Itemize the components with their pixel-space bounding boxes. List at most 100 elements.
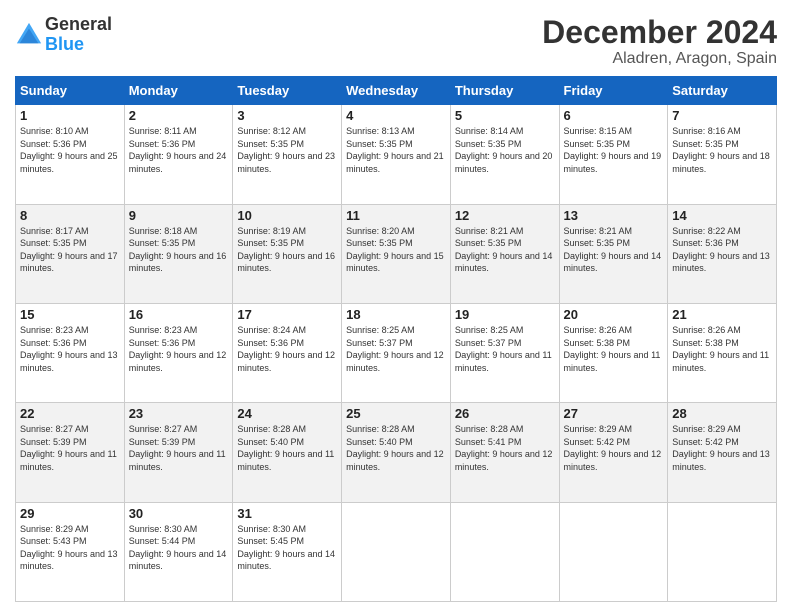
day-number: 22	[20, 406, 120, 421]
calendar-cell: 26 Sunrise: 8:28 AMSunset: 5:41 PMDaylig…	[450, 403, 559, 502]
calendar-cell: 28 Sunrise: 8:29 AMSunset: 5:42 PMDaylig…	[668, 403, 777, 502]
day-number: 11	[346, 208, 446, 223]
calendar-cell	[450, 502, 559, 601]
calendar-cell: 25 Sunrise: 8:28 AMSunset: 5:40 PMDaylig…	[342, 403, 451, 502]
day-header: Saturday	[668, 77, 777, 105]
cell-details: Sunrise: 8:25 AMSunset: 5:37 PMDaylight:…	[346, 325, 444, 373]
cell-details: Sunrise: 8:30 AMSunset: 5:44 PMDaylight:…	[129, 524, 227, 572]
calendar-cell: 9 Sunrise: 8:18 AMSunset: 5:35 PMDayligh…	[124, 204, 233, 303]
cell-details: Sunrise: 8:30 AMSunset: 5:45 PMDaylight:…	[237, 524, 335, 572]
day-number: 27	[564, 406, 664, 421]
day-number: 10	[237, 208, 337, 223]
day-number: 15	[20, 307, 120, 322]
day-number: 2	[129, 108, 229, 123]
cell-details: Sunrise: 8:28 AMSunset: 5:41 PMDaylight:…	[455, 424, 553, 472]
day-number: 4	[346, 108, 446, 123]
day-header: Friday	[559, 77, 668, 105]
cell-details: Sunrise: 8:14 AMSunset: 5:35 PMDaylight:…	[455, 126, 553, 174]
cell-details: Sunrise: 8:12 AMSunset: 5:35 PMDaylight:…	[237, 126, 335, 174]
day-number: 25	[346, 406, 446, 421]
logo-general: General	[45, 15, 112, 35]
day-number: 26	[455, 406, 555, 421]
day-number: 9	[129, 208, 229, 223]
logo-blue: Blue	[45, 35, 112, 55]
cell-details: Sunrise: 8:23 AMSunset: 5:36 PMDaylight:…	[129, 325, 227, 373]
day-header: Sunday	[16, 77, 125, 105]
day-number: 20	[564, 307, 664, 322]
day-number: 23	[129, 406, 229, 421]
calendar-cell: 21 Sunrise: 8:26 AMSunset: 5:38 PMDaylig…	[668, 303, 777, 402]
calendar-cell: 12 Sunrise: 8:21 AMSunset: 5:35 PMDaylig…	[450, 204, 559, 303]
calendar-cell: 1 Sunrise: 8:10 AMSunset: 5:36 PMDayligh…	[16, 105, 125, 204]
calendar-cell: 24 Sunrise: 8:28 AMSunset: 5:40 PMDaylig…	[233, 403, 342, 502]
cell-details: Sunrise: 8:24 AMSunset: 5:36 PMDaylight:…	[237, 325, 335, 373]
day-number: 21	[672, 307, 772, 322]
day-number: 6	[564, 108, 664, 123]
calendar-cell	[342, 502, 451, 601]
calendar-cell: 7 Sunrise: 8:16 AMSunset: 5:35 PMDayligh…	[668, 105, 777, 204]
calendar-cell: 22 Sunrise: 8:27 AMSunset: 5:39 PMDaylig…	[16, 403, 125, 502]
day-number: 14	[672, 208, 772, 223]
calendar-cell: 20 Sunrise: 8:26 AMSunset: 5:38 PMDaylig…	[559, 303, 668, 402]
cell-details: Sunrise: 8:23 AMSunset: 5:36 PMDaylight:…	[20, 325, 118, 373]
cell-details: Sunrise: 8:26 AMSunset: 5:38 PMDaylight:…	[672, 325, 769, 373]
calendar-week-row: 15 Sunrise: 8:23 AMSunset: 5:36 PMDaylig…	[16, 303, 777, 402]
calendar-cell: 11 Sunrise: 8:20 AMSunset: 5:35 PMDaylig…	[342, 204, 451, 303]
logo: General Blue	[15, 15, 112, 55]
day-number: 16	[129, 307, 229, 322]
cell-details: Sunrise: 8:29 AMSunset: 5:43 PMDaylight:…	[20, 524, 118, 572]
cell-details: Sunrise: 8:11 AMSunset: 5:36 PMDaylight:…	[129, 126, 227, 174]
title-section: December 2024 Aladren, Aragon, Spain	[542, 15, 777, 68]
header: General Blue December 2024 Aladren, Arag…	[15, 15, 777, 68]
cell-details: Sunrise: 8:22 AMSunset: 5:36 PMDaylight:…	[672, 226, 770, 274]
calendar-cell	[668, 502, 777, 601]
day-number: 31	[237, 506, 337, 521]
calendar-cell: 2 Sunrise: 8:11 AMSunset: 5:36 PMDayligh…	[124, 105, 233, 204]
calendar-cell: 31 Sunrise: 8:30 AMSunset: 5:45 PMDaylig…	[233, 502, 342, 601]
day-number: 24	[237, 406, 337, 421]
calendar-cell: 5 Sunrise: 8:14 AMSunset: 5:35 PMDayligh…	[450, 105, 559, 204]
cell-details: Sunrise: 8:18 AMSunset: 5:35 PMDaylight:…	[129, 226, 227, 274]
location: Aladren, Aragon, Spain	[542, 50, 777, 68]
day-header: Tuesday	[233, 77, 342, 105]
day-number: 30	[129, 506, 229, 521]
calendar: SundayMondayTuesdayWednesdayThursdayFrid…	[15, 76, 777, 602]
calendar-cell: 29 Sunrise: 8:29 AMSunset: 5:43 PMDaylig…	[16, 502, 125, 601]
calendar-week-row: 22 Sunrise: 8:27 AMSunset: 5:39 PMDaylig…	[16, 403, 777, 502]
cell-details: Sunrise: 8:28 AMSunset: 5:40 PMDaylight:…	[237, 424, 334, 472]
cell-details: Sunrise: 8:15 AMSunset: 5:35 PMDaylight:…	[564, 126, 662, 174]
calendar-cell: 19 Sunrise: 8:25 AMSunset: 5:37 PMDaylig…	[450, 303, 559, 402]
calendar-cell: 15 Sunrise: 8:23 AMSunset: 5:36 PMDaylig…	[16, 303, 125, 402]
day-number: 29	[20, 506, 120, 521]
cell-details: Sunrise: 8:21 AMSunset: 5:35 PMDaylight:…	[564, 226, 662, 274]
calendar-header-row: SundayMondayTuesdayWednesdayThursdayFrid…	[16, 77, 777, 105]
day-number: 18	[346, 307, 446, 322]
cell-details: Sunrise: 8:27 AMSunset: 5:39 PMDaylight:…	[129, 424, 226, 472]
calendar-cell: 23 Sunrise: 8:27 AMSunset: 5:39 PMDaylig…	[124, 403, 233, 502]
day-number: 12	[455, 208, 555, 223]
month-title: December 2024	[542, 15, 777, 50]
logo-icon	[15, 21, 43, 49]
calendar-cell: 8 Sunrise: 8:17 AMSunset: 5:35 PMDayligh…	[16, 204, 125, 303]
cell-details: Sunrise: 8:20 AMSunset: 5:35 PMDaylight:…	[346, 226, 444, 274]
cell-details: Sunrise: 8:28 AMSunset: 5:40 PMDaylight:…	[346, 424, 444, 472]
day-number: 19	[455, 307, 555, 322]
calendar-cell	[559, 502, 668, 601]
calendar-cell: 17 Sunrise: 8:24 AMSunset: 5:36 PMDaylig…	[233, 303, 342, 402]
day-header: Wednesday	[342, 77, 451, 105]
cell-details: Sunrise: 8:26 AMSunset: 5:38 PMDaylight:…	[564, 325, 661, 373]
cell-details: Sunrise: 8:10 AMSunset: 5:36 PMDaylight:…	[20, 126, 118, 174]
calendar-cell: 10 Sunrise: 8:19 AMSunset: 5:35 PMDaylig…	[233, 204, 342, 303]
day-header: Thursday	[450, 77, 559, 105]
calendar-cell: 13 Sunrise: 8:21 AMSunset: 5:35 PMDaylig…	[559, 204, 668, 303]
calendar-cell: 14 Sunrise: 8:22 AMSunset: 5:36 PMDaylig…	[668, 204, 777, 303]
day-number: 13	[564, 208, 664, 223]
page: General Blue December 2024 Aladren, Arag…	[0, 0, 792, 612]
day-number: 28	[672, 406, 772, 421]
calendar-cell: 18 Sunrise: 8:25 AMSunset: 5:37 PMDaylig…	[342, 303, 451, 402]
calendar-week-row: 8 Sunrise: 8:17 AMSunset: 5:35 PMDayligh…	[16, 204, 777, 303]
cell-details: Sunrise: 8:16 AMSunset: 5:35 PMDaylight:…	[672, 126, 770, 174]
calendar-week-row: 1 Sunrise: 8:10 AMSunset: 5:36 PMDayligh…	[16, 105, 777, 204]
calendar-cell: 30 Sunrise: 8:30 AMSunset: 5:44 PMDaylig…	[124, 502, 233, 601]
day-number: 8	[20, 208, 120, 223]
